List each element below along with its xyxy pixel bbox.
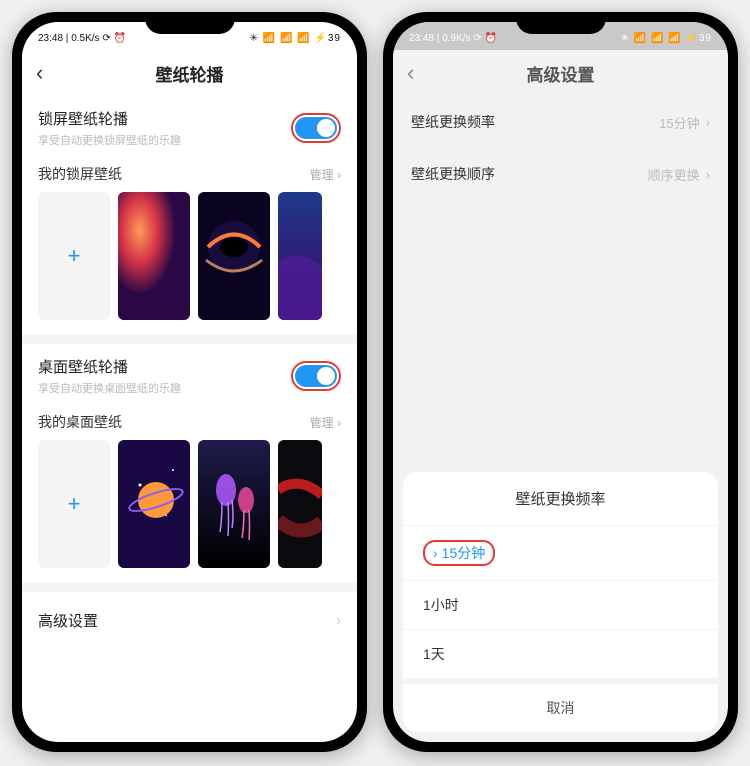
desktop-toggle[interactable] xyxy=(295,365,337,387)
status-right: ✳ 📶 📶 📶 ⚡39 xyxy=(621,33,712,44)
manage-lockscreen-link[interactable]: 管理 › xyxy=(310,166,341,183)
advanced-label: 高级设置 xyxy=(38,610,98,631)
chevron-right-icon: › xyxy=(706,167,710,182)
action-sheet: 壁纸更换频率 › 15分钟 1小时 1天 取消 xyxy=(403,472,718,732)
phone-right: 23:48 | 0.9K/s ⟳ ⏰ ✳ 📶 📶 📶 ⚡39 ‹ 高级设置 壁纸… xyxy=(383,12,738,752)
advanced-settings-row[interactable]: 高级设置 › xyxy=(22,592,357,649)
desktop-title: 桌面壁纸轮播 xyxy=(38,356,181,377)
lockscreen-toggle[interactable] xyxy=(295,117,337,139)
order-value: 顺序更换 xyxy=(648,165,700,184)
check-icon: › xyxy=(433,545,438,561)
wallpaper-thumb[interactable] xyxy=(198,440,270,568)
screen-left: 23:48 | 0.5K/s ⟳ ⏰ ✳ 📶 📶 📶 ⚡39 ‹ 壁纸轮播 锁屏… xyxy=(22,22,357,742)
manage-desktop-link[interactable]: 管理 › xyxy=(310,414,341,431)
content: 锁屏壁纸轮播 享受自动更换锁屏壁纸的乐趣 我的锁屏壁纸 管理 › + xyxy=(22,96,357,649)
add-wallpaper-button[interactable]: + xyxy=(38,440,110,568)
sheet-option-15min[interactable]: › 15分钟 xyxy=(403,525,718,580)
wallpaper-thumb[interactable] xyxy=(198,192,270,320)
lockscreen-wallpapers-header: 我的锁屏壁纸 管理 › xyxy=(22,160,357,192)
desktop-thumbs: + xyxy=(22,440,357,582)
sheet-cancel-button[interactable]: 取消 xyxy=(403,678,718,732)
highlight-annotation xyxy=(291,113,341,143)
lockscreen-thumbs: + xyxy=(22,192,357,334)
highlight-annotation xyxy=(291,361,341,391)
desktop-carousel-row[interactable]: 桌面壁纸轮播 享受自动更换桌面壁纸的乐趣 xyxy=(22,344,357,408)
add-wallpaper-button[interactable]: + xyxy=(38,192,110,320)
notch xyxy=(145,12,235,34)
change-order-row[interactable]: 壁纸更换顺序 顺序更换 › xyxy=(393,148,728,200)
page-title: 高级设置 xyxy=(527,61,595,86)
page-title: 壁纸轮播 xyxy=(156,61,224,86)
nav-bar: ‹ 高级设置 xyxy=(393,50,728,96)
wallpaper-thumb[interactable] xyxy=(118,440,190,568)
desktop-sub: 享受自动更换桌面壁纸的乐趣 xyxy=(38,380,181,396)
wallpaper-thumb[interactable] xyxy=(118,192,190,320)
status-right: ✳ 📶 📶 📶 ⚡39 xyxy=(250,33,341,44)
lockscreen-carousel-row[interactable]: 锁屏壁纸轮播 享受自动更换锁屏壁纸的乐趣 xyxy=(22,96,357,160)
my-lockscreen-label: 我的锁屏壁纸 xyxy=(38,164,122,184)
wallpaper-thumb[interactable] xyxy=(278,192,322,320)
notch xyxy=(516,12,606,34)
my-desktop-label: 我的桌面壁纸 xyxy=(38,412,122,432)
status-left: 23:48 | 0.5K/s ⟳ ⏰ xyxy=(38,33,126,44)
nav-bar: ‹ 壁纸轮播 xyxy=(22,50,357,96)
order-label: 壁纸更换顺序 xyxy=(411,164,495,184)
chevron-right-icon: › xyxy=(336,612,341,629)
status-left: 23:48 | 0.9K/s ⟳ ⏰ xyxy=(409,33,497,44)
highlight-annotation: › 15分钟 xyxy=(423,540,495,566)
divider xyxy=(22,334,357,344)
sheet-option-1hour[interactable]: 1小时 xyxy=(403,580,718,629)
freq-label: 壁纸更换频率 xyxy=(411,112,495,132)
change-frequency-row[interactable]: 壁纸更换频率 15分钟 › xyxy=(393,96,728,148)
phone-left: 23:48 | 0.5K/s ⟳ ⏰ ✳ 📶 📶 📶 ⚡39 ‹ 壁纸轮播 锁屏… xyxy=(12,12,367,752)
freq-value: 15分钟 xyxy=(659,113,699,132)
wallpaper-thumb[interactable] xyxy=(278,440,322,568)
sheet-title: 壁纸更换频率 xyxy=(403,472,718,525)
lockscreen-title: 锁屏壁纸轮播 xyxy=(38,108,181,129)
back-button[interactable]: ‹ xyxy=(36,60,60,86)
screen-right: 23:48 | 0.9K/s ⟳ ⏰ ✳ 📶 📶 📶 ⚡39 ‹ 高级设置 壁纸… xyxy=(393,22,728,742)
desktop-wallpapers-header: 我的桌面壁纸 管理 › xyxy=(22,408,357,440)
back-button[interactable]: ‹ xyxy=(407,60,431,86)
lockscreen-sub: 享受自动更换锁屏壁纸的乐趣 xyxy=(38,132,181,148)
chevron-right-icon: › xyxy=(706,115,710,130)
divider xyxy=(22,582,357,592)
sheet-option-1day[interactable]: 1天 xyxy=(403,629,718,678)
